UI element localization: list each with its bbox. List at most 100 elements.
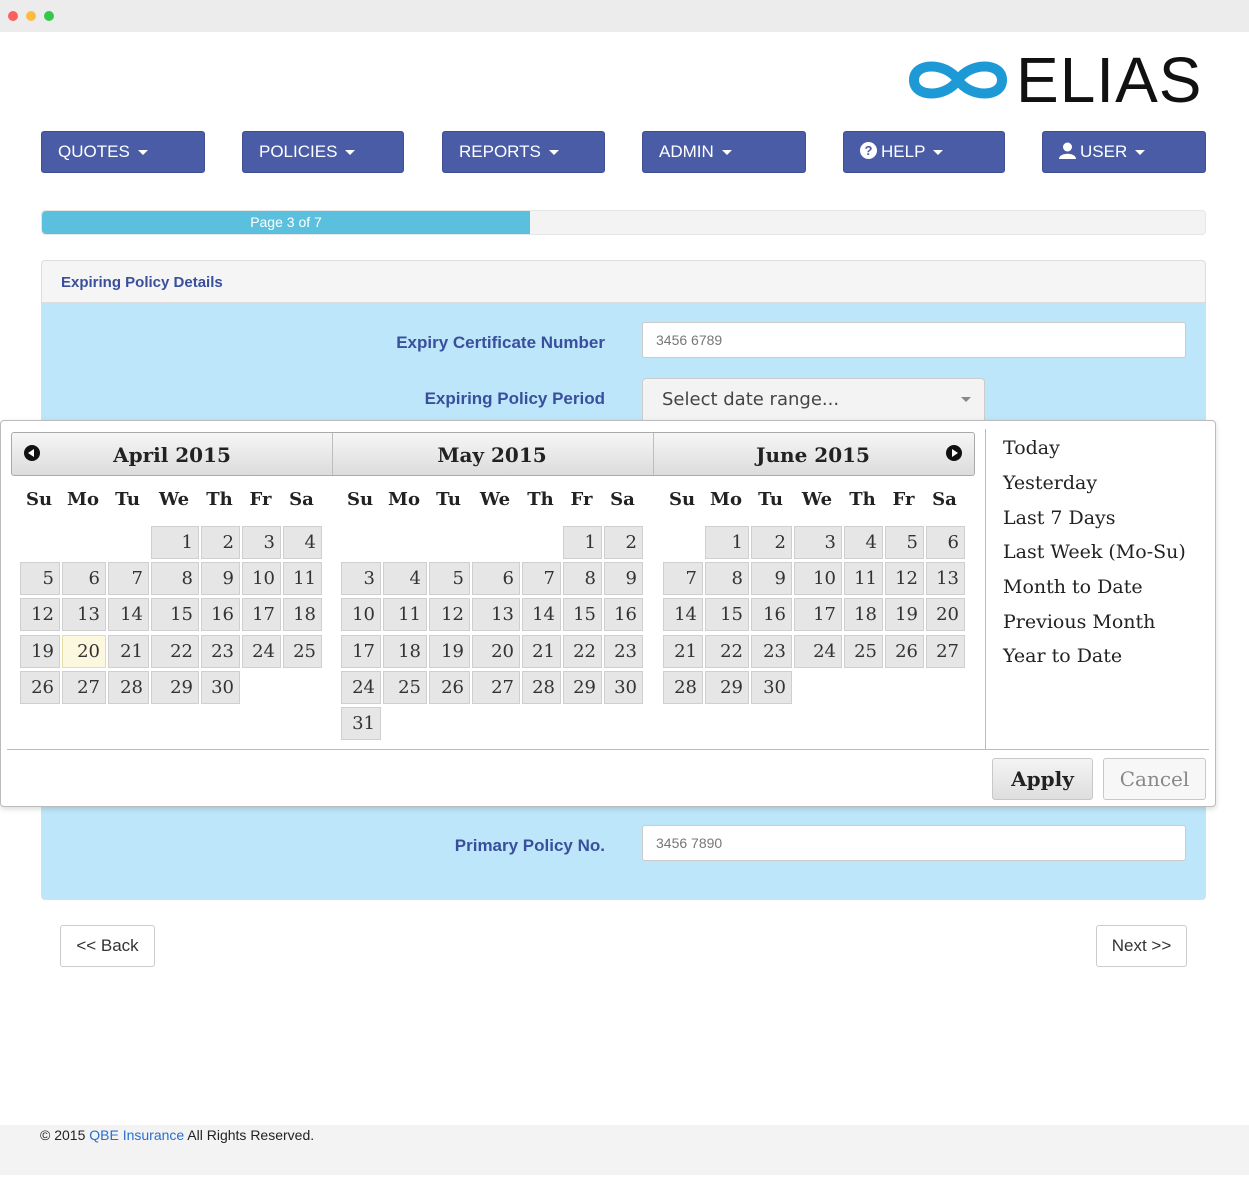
minimize-window-icon[interactable] <box>26 11 36 21</box>
calendar-day[interactable]: 5 <box>429 562 470 595</box>
calendar-day[interactable]: 17 <box>341 635 381 668</box>
calendar-day[interactable]: 8 <box>705 562 749 595</box>
calendar-day[interactable]: 10 <box>794 562 842 595</box>
calendar-day[interactable]: 21 <box>522 635 561 668</box>
calendar-day[interactable]: 8 <box>563 562 602 595</box>
range-today[interactable]: Today <box>1003 437 1060 459</box>
calendar-day[interactable]: 24 <box>341 671 381 704</box>
calendar-day[interactable]: 22 <box>705 635 749 668</box>
expiry-certificate-input[interactable]: 3456 6789 <box>642 322 1186 358</box>
calendar-day[interactable]: 21 <box>108 635 149 668</box>
calendar-day[interactable]: 23 <box>201 635 240 668</box>
range-last-week[interactable]: Last Week (Mo-Su) <box>1003 541 1186 563</box>
close-window-icon[interactable] <box>8 11 18 21</box>
calendar-day[interactable]: 29 <box>151 671 199 704</box>
calendar-day[interactable]: 29 <box>563 671 602 704</box>
primary-policy-input[interactable]: 3456 7890 <box>642 825 1186 861</box>
user-menu-button[interactable]: USER <box>1042 131 1206 173</box>
calendar-day[interactable]: 20 <box>926 598 965 631</box>
calendar-day[interactable]: 13 <box>62 598 106 631</box>
calendar-day[interactable]: 25 <box>383 671 427 704</box>
calendar-day[interactable]: 24 <box>242 635 281 668</box>
calendar-day[interactable]: 18 <box>844 598 883 631</box>
calendar-day[interactable]: 4 <box>844 526 883 559</box>
calendar-day[interactable]: 16 <box>604 598 643 631</box>
calendar-day[interactable]: 22 <box>563 635 602 668</box>
calendar-day[interactable]: 18 <box>383 635 427 668</box>
calendar-day[interactable]: 13 <box>926 562 965 595</box>
admin-menu-button[interactable]: ADMIN <box>642 131 806 173</box>
calendar-day[interactable]: 1 <box>151 526 199 559</box>
calendar-day[interactable]: 20 <box>472 635 520 668</box>
calendar-day[interactable]: 9 <box>751 562 792 595</box>
calendar-day[interactable]: 12 <box>885 562 924 595</box>
calendar-day[interactable]: 26 <box>20 671 60 704</box>
calendar-day[interactable]: 23 <box>751 635 792 668</box>
calendar-day[interactable]: 23 <box>604 635 643 668</box>
calendar-day[interactable]: 30 <box>604 671 643 704</box>
range-year-to-date[interactable]: Year to Date <box>1003 645 1122 667</box>
help-menu-button[interactable]: ? HELP <box>843 131 1005 173</box>
range-yesterday[interactable]: Yesterday <box>1003 472 1097 494</box>
calendar-day[interactable]: 4 <box>383 562 427 595</box>
calendar-day[interactable]: 21 <box>663 635 703 668</box>
date-range-select[interactable]: Select date range... <box>642 378 985 420</box>
calendar-day[interactable]: 1 <box>705 526 749 559</box>
reports-menu-button[interactable]: REPORTS <box>442 131 605 173</box>
calendar-day[interactable]: 15 <box>563 598 602 631</box>
calendar-day[interactable]: 19 <box>885 598 924 631</box>
calendar-day[interactable]: 15 <box>151 598 199 631</box>
calendar-day[interactable]: 15 <box>705 598 749 631</box>
calendar-day[interactable]: 12 <box>20 598 60 631</box>
calendar-day[interactable]: 18 <box>283 598 322 631</box>
calendar-day[interactable]: 12 <box>429 598 470 631</box>
calendar-day[interactable]: 26 <box>429 671 470 704</box>
calendar-day[interactable]: 30 <box>751 671 792 704</box>
calendar-day[interactable]: 8 <box>151 562 199 595</box>
calendar-day[interactable]: 6 <box>62 562 106 595</box>
calendar-day[interactable]: 1 <box>563 526 602 559</box>
calendar-day[interactable]: 9 <box>201 562 240 595</box>
calendar-day[interactable]: 19 <box>429 635 470 668</box>
calendar-day[interactable]: 11 <box>283 562 322 595</box>
calendar-day[interactable]: 20 <box>62 635 106 668</box>
calendar-day[interactable]: 14 <box>663 598 703 631</box>
calendar-day[interactable]: 30 <box>201 671 240 704</box>
calendar-day[interactable]: 17 <box>794 598 842 631</box>
calendar-day[interactable]: 6 <box>926 526 965 559</box>
policies-menu-button[interactable]: POLICIES <box>242 131 404 173</box>
calendar-day[interactable]: 5 <box>885 526 924 559</box>
calendar-day[interactable]: 11 <box>844 562 883 595</box>
calendar-day[interactable]: 14 <box>108 598 149 631</box>
calendar-day[interactable]: 2 <box>604 526 643 559</box>
calendar-day[interactable]: 19 <box>20 635 60 668</box>
maximize-window-icon[interactable] <box>44 11 54 21</box>
range-last-7-days[interactable]: Last 7 Days <box>1003 507 1116 529</box>
next-button[interactable]: Next >> <box>1096 925 1187 967</box>
calendar-day[interactable]: 2 <box>201 526 240 559</box>
calendar-day[interactable]: 7 <box>522 562 561 595</box>
calendar-day[interactable]: 27 <box>926 635 965 668</box>
calendar-day[interactable]: 24 <box>794 635 842 668</box>
calendar-day[interactable]: 28 <box>108 671 149 704</box>
apply-button[interactable]: Apply <box>992 758 1093 800</box>
calendar-day[interactable]: 6 <box>472 562 520 595</box>
calendar-day[interactable]: 16 <box>751 598 792 631</box>
calendar-day[interactable]: 11 <box>383 598 427 631</box>
calendar-day[interactable]: 4 <box>283 526 322 559</box>
calendar-day[interactable]: 26 <box>885 635 924 668</box>
calendar-day[interactable]: 13 <box>472 598 520 631</box>
calendar-day[interactable]: 3 <box>341 562 381 595</box>
calendar-day[interactable]: 7 <box>663 562 703 595</box>
calendar-day[interactable]: 2 <box>751 526 792 559</box>
calendar-day[interactable]: 10 <box>341 598 381 631</box>
calendar-day[interactable]: 22 <box>151 635 199 668</box>
calendar-day[interactable]: 31 <box>341 707 381 740</box>
calendar-day[interactable]: 3 <box>794 526 842 559</box>
calendar-day[interactable]: 14 <box>522 598 561 631</box>
calendar-day[interactable]: 3 <box>242 526 281 559</box>
calendar-day[interactable]: 7 <box>108 562 149 595</box>
back-button[interactable]: << Back <box>60 925 155 967</box>
calendar-day[interactable]: 29 <box>705 671 749 704</box>
calendar-day[interactable]: 16 <box>201 598 240 631</box>
